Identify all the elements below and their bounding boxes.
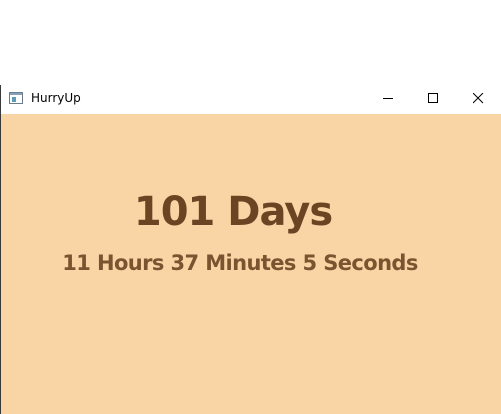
days-remaining: 101 Days xyxy=(133,189,333,235)
close-icon xyxy=(473,93,484,104)
close-button[interactable] xyxy=(456,85,501,114)
minimize-button[interactable] xyxy=(366,85,411,114)
minimize-icon xyxy=(383,98,393,99)
maximize-icon xyxy=(428,93,438,103)
title-bar[interactable]: HurryUp xyxy=(1,85,501,114)
time-remaining: 11 Hours 37 Minutes 5 Seconds xyxy=(62,251,418,275)
app-window: HurryUp 101 Days 11 Hours 37 Minutes 5 S… xyxy=(0,85,501,414)
countdown-panel: 101 Days 11 Hours 37 Minutes 5 Seconds xyxy=(1,114,501,414)
window-title: HurryUp xyxy=(31,91,81,105)
app-icon xyxy=(9,92,23,104)
maximize-button[interactable] xyxy=(411,85,456,114)
